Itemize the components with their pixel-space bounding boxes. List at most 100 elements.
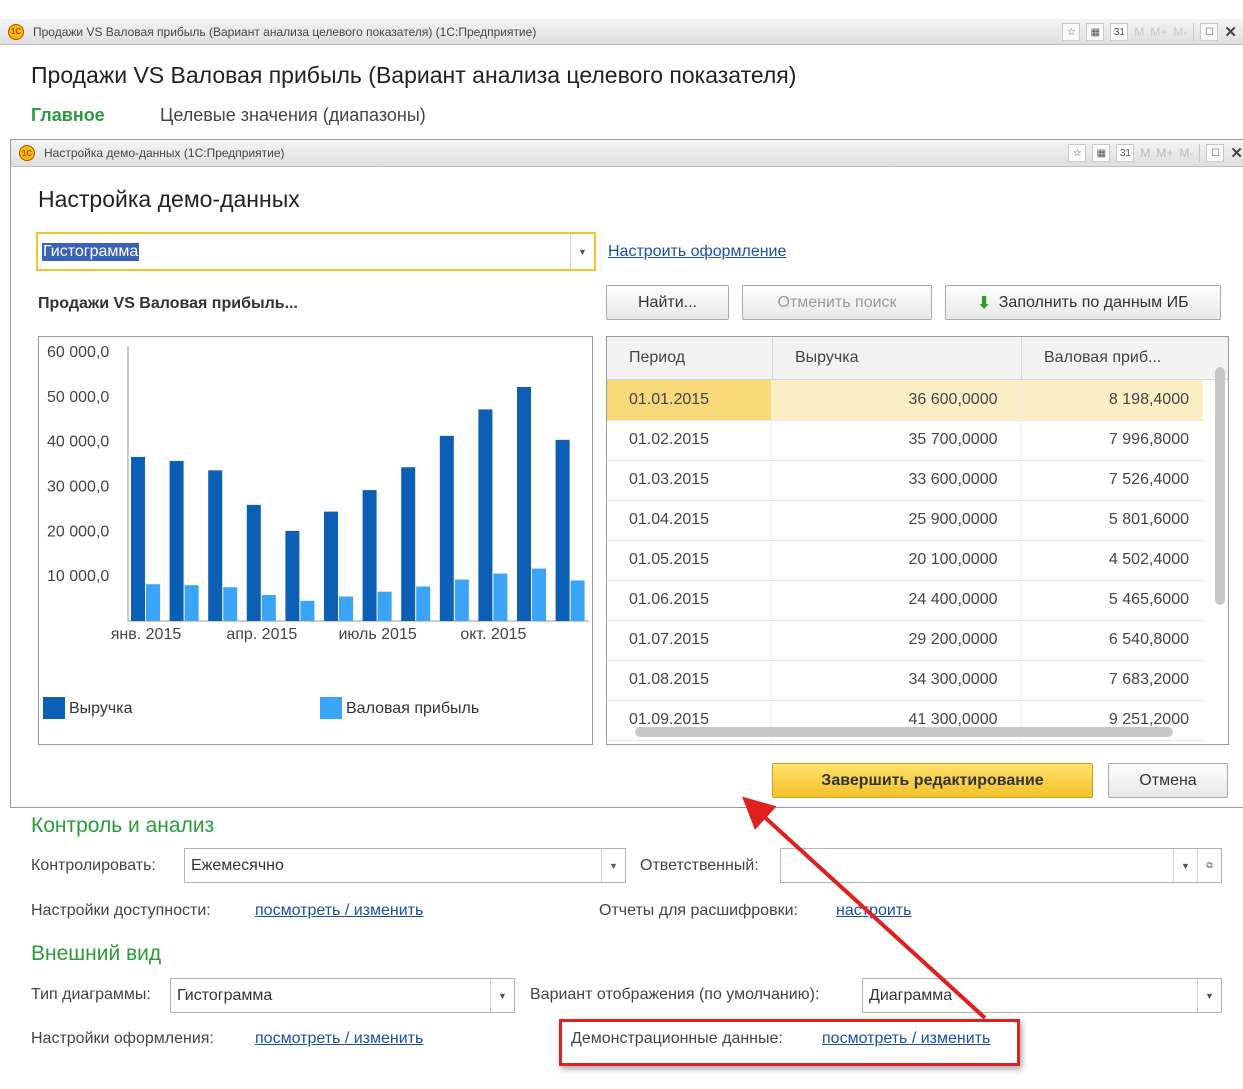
cell-gross-profit[interactable]: 8 198,4000: [1020, 380, 1203, 421]
close-icon[interactable]: ✕: [1224, 23, 1237, 41]
close-icon[interactable]: ✕: [1230, 144, 1243, 162]
chevron-down-icon[interactable]: ▼: [601, 849, 625, 882]
appearance-chart-type-select[interactable]: Гистограмма ▼: [170, 978, 515, 1013]
bar-gross-profit: [454, 579, 469, 621]
memory-plus-button[interactable]: M+: [1150, 25, 1167, 39]
cancel-button[interactable]: Отмена: [1108, 763, 1228, 798]
cell-revenue[interactable]: 25 900,0000: [771, 500, 1021, 541]
dialog-heading: Настройка демо-данных: [38, 186, 300, 212]
bar-revenue: [285, 530, 300, 621]
chevron-down-icon[interactable]: ▼: [490, 979, 514, 1012]
table-row[interactable]: 01.04.2015 25 900,0000 5 801,6000: [607, 500, 1203, 541]
bar-revenue: [208, 470, 223, 621]
cell-period[interactable]: 01.08.2015: [607, 660, 772, 701]
calendar-icon[interactable]: 31: [1116, 144, 1135, 162]
chevron-down-icon[interactable]: ▼: [570, 234, 594, 269]
calculator-icon[interactable]: ▦: [1086, 23, 1105, 41]
memory-minus-button[interactable]: M-: [1173, 25, 1187, 39]
outer-window-title: Продажи VS Валовая прибыль (Вариант анал…: [33, 24, 537, 39]
demo-data-link[interactable]: посмотреть / изменить: [822, 1030, 990, 1048]
cell-revenue[interactable]: 36 600,0000: [771, 380, 1021, 421]
cell-revenue[interactable]: 34 300,0000: [771, 660, 1021, 701]
control-select[interactable]: Ежемесячно ▼: [184, 848, 626, 883]
column-header-revenue[interactable]: Выручка: [773, 337, 1022, 379]
column-header-gross-profit[interactable]: Валовая приб...: [1022, 337, 1205, 379]
access-settings-label: Настройки доступности:: [31, 902, 211, 919]
cell-gross-profit[interactable]: 4 502,4000: [1020, 540, 1203, 581]
x-tick-label: окт. 2015: [460, 626, 526, 643]
display-variant-select[interactable]: Диаграмма ▼: [862, 978, 1222, 1013]
chevron-down-icon[interactable]: ▼: [1173, 849, 1197, 882]
cell-period[interactable]: 01.07.2015: [607, 620, 772, 661]
table-row[interactable]: 01.03.2015 33 600,0000 7 526,4000: [607, 460, 1203, 501]
data-grid: 01.01.2015 36 600,0000 8 198,4000 01.02.201…: [607, 380, 1203, 741]
dialog-titlebar: 1С Настройка демо-данных (1С:Предприятие…: [11, 140, 1243, 167]
bar-revenue: [555, 439, 570, 621]
cell-revenue[interactable]: 20 100,0000: [771, 540, 1021, 581]
memory-minus-button[interactable]: M-: [1179, 146, 1193, 160]
memory-m-button[interactable]: M: [1134, 25, 1144, 39]
legend-label: Валовая прибыль: [346, 700, 479, 717]
arrow-down-icon: ⬇: [977, 294, 991, 312]
cell-period[interactable]: 01.03.2015: [607, 460, 772, 501]
cell-period[interactable]: 01.04.2015: [607, 500, 772, 541]
control-label: Контролировать:: [31, 857, 156, 874]
column-header-period[interactable]: Период: [607, 337, 773, 379]
tab-main[interactable]: Главное: [31, 105, 105, 126]
cell-gross-profit[interactable]: 5 801,6000: [1020, 500, 1203, 541]
cell-period[interactable]: 01.05.2015: [607, 540, 772, 581]
style-settings-link[interactable]: посмотреть / изменить: [255, 1030, 423, 1048]
dialog-window-title: Настройка демо-данных (1С:Предприятие): [44, 146, 285, 160]
1c-logo-icon: 1С: [8, 23, 24, 40]
cell-gross-profit[interactable]: 7 683,2000: [1020, 660, 1203, 701]
table-row[interactable]: 01.02.2015 35 700,0000 7 996,8000: [607, 420, 1203, 461]
reports-configure-link[interactable]: настроить: [836, 902, 911, 920]
cell-period[interactable]: 01.01.2015: [607, 380, 772, 421]
bar-revenue: [401, 467, 416, 621]
y-tick-label: 50 000,0: [47, 389, 109, 406]
cell-revenue[interactable]: 24 400,0000: [771, 580, 1021, 621]
tab-target-values[interactable]: Целевые значения (диапазоны): [160, 105, 426, 126]
table-row[interactable]: 01.01.2015 36 600,0000 8 198,4000: [607, 380, 1203, 421]
table-row[interactable]: 01.07.2015 29 200,0000 6 540,8000: [607, 620, 1203, 661]
table-row[interactable]: 01.06.2015 24 400,0000 5 465,6000: [607, 580, 1203, 621]
bar-gross-profit: [570, 580, 585, 621]
access-settings-link[interactable]: посмотреть / изменить: [255, 902, 423, 920]
finish-editing-button[interactable]: Завершить редактирование: [772, 763, 1093, 798]
memory-plus-button[interactable]: M+: [1156, 146, 1173, 160]
responsible-field[interactable]: ▼ ⧉: [780, 848, 1222, 883]
table-row[interactable]: 01.05.2015 20 100,0000 4 502,4000: [607, 540, 1203, 581]
table-row[interactable]: 01.08.2015 34 300,0000 7 683,2000: [607, 660, 1203, 701]
vertical-scrollbar[interactable]: [1215, 367, 1225, 605]
favorite-icon[interactable]: ☆: [1062, 23, 1081, 41]
bar-revenue: [131, 456, 145, 621]
bar-gross-profit: [416, 586, 431, 621]
maximize-icon[interactable]: ☐: [1206, 144, 1225, 162]
calculator-icon[interactable]: ▦: [1092, 144, 1111, 162]
bar-gross-profit: [377, 591, 392, 621]
cell-revenue[interactable]: 29 200,0000: [771, 620, 1021, 661]
cell-gross-profit[interactable]: 7 996,8000: [1020, 420, 1203, 461]
cell-period[interactable]: 01.02.2015: [607, 420, 772, 461]
cell-gross-profit[interactable]: 7 526,4000: [1020, 460, 1203, 501]
calendar-icon[interactable]: 31: [1110, 23, 1129, 41]
cell-revenue[interactable]: 35 700,0000: [771, 420, 1021, 461]
configure-appearance-link[interactable]: Настроить оформление: [608, 243, 786, 261]
find-button[interactable]: Найти...: [606, 285, 729, 320]
chevron-down-icon[interactable]: ▼: [1197, 979, 1221, 1012]
cell-period[interactable]: 01.06.2015: [607, 580, 772, 621]
cell-revenue[interactable]: 33 600,0000: [771, 460, 1021, 501]
memory-m-button[interactable]: M: [1140, 146, 1150, 160]
maximize-icon[interactable]: ☐: [1200, 23, 1219, 41]
favorite-icon[interactable]: ☆: [1068, 144, 1087, 162]
open-icon[interactable]: ⧉: [1197, 849, 1221, 882]
y-tick-label: 10 000,0: [47, 568, 109, 585]
cancel-search-button[interactable]: Отменить поиск: [742, 285, 932, 320]
horizontal-scrollbar[interactable]: [635, 727, 1173, 737]
y-tick-label: 20 000,0: [47, 523, 109, 540]
cell-gross-profit[interactable]: 5 465,6000: [1020, 580, 1203, 621]
fill-from-db-button[interactable]: ⬇ Заполнить по данным ИБ: [945, 285, 1221, 320]
chart-type-select[interactable]: Гистограмма ▼: [36, 232, 596, 271]
cell-gross-profit[interactable]: 6 540,8000: [1020, 620, 1203, 661]
reports-label: Отчеты для расшифровки:: [599, 902, 798, 919]
